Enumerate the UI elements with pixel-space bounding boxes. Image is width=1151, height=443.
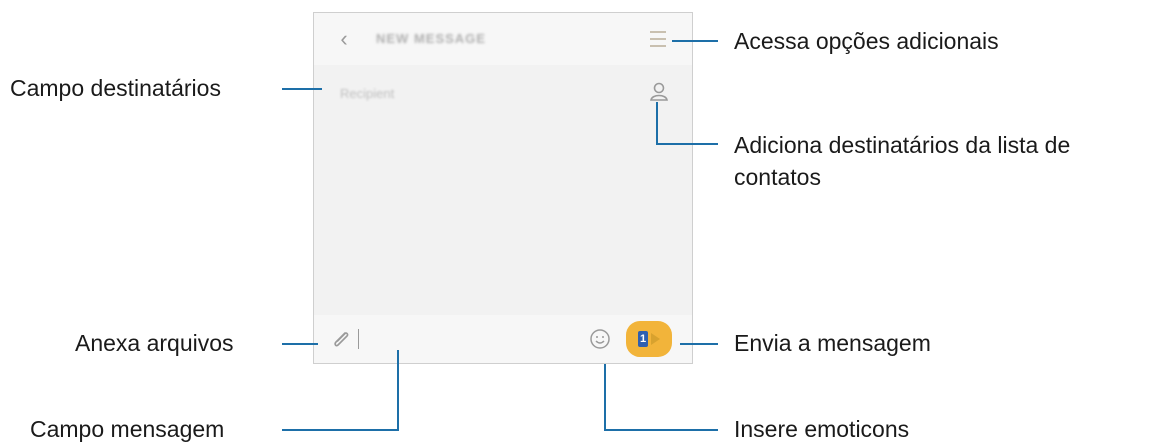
callout-line-attach	[282, 343, 318, 345]
paperclip-icon	[334, 332, 349, 347]
callout-recipient-field: Campo destinatários	[10, 75, 221, 101]
chevron-left-icon: ‹	[340, 26, 348, 51]
callout-line-emoticons-v	[604, 364, 606, 430]
callout-line-contacts-v	[656, 102, 658, 144]
message-compose-screen: ‹ NEW MESSAGE Recipient 1	[313, 12, 693, 364]
callout-send: Envia a mensagem	[734, 330, 931, 356]
more-options-button[interactable]	[646, 27, 670, 51]
person-icon	[650, 82, 668, 101]
emoticon-button[interactable]	[588, 327, 612, 351]
recipient-row	[314, 73, 692, 113]
app-header: ‹ NEW MESSAGE	[314, 13, 692, 65]
attach-button[interactable]	[328, 327, 354, 353]
sim-badge: 1	[638, 331, 648, 347]
smiley-icon	[590, 329, 610, 349]
text-cursor	[358, 329, 359, 349]
recipient-field[interactable]	[338, 81, 592, 105]
callout-line-emoticons-h	[604, 429, 718, 431]
callout-line-contacts-h	[656, 143, 718, 145]
callout-line-send	[680, 343, 718, 345]
callout-line-recipient	[282, 88, 322, 90]
callout-line-message-v	[397, 350, 399, 430]
back-button[interactable]: ‹	[332, 27, 356, 51]
callout-message-field: Campo mensagem	[30, 416, 225, 442]
page-title: NEW MESSAGE	[376, 31, 486, 46]
send-button[interactable]: 1	[626, 321, 672, 357]
callout-line-message-h	[282, 429, 399, 431]
compose-bar: 1	[314, 315, 692, 363]
callout-add-contacts-1: Adiciona destinatários da lista de	[734, 132, 1071, 158]
callout-add-contacts-2: contatos	[734, 164, 821, 190]
add-contact-button[interactable]	[646, 79, 672, 105]
callout-attach: Anexa arquivos	[75, 330, 234, 356]
callout-emoticons: Insere emoticons	[734, 416, 910, 442]
callout-line-menu	[672, 40, 718, 42]
callout-menu: Acessa opções adicionais	[734, 28, 999, 54]
send-icon	[651, 333, 660, 345]
menu-icon	[650, 31, 666, 33]
